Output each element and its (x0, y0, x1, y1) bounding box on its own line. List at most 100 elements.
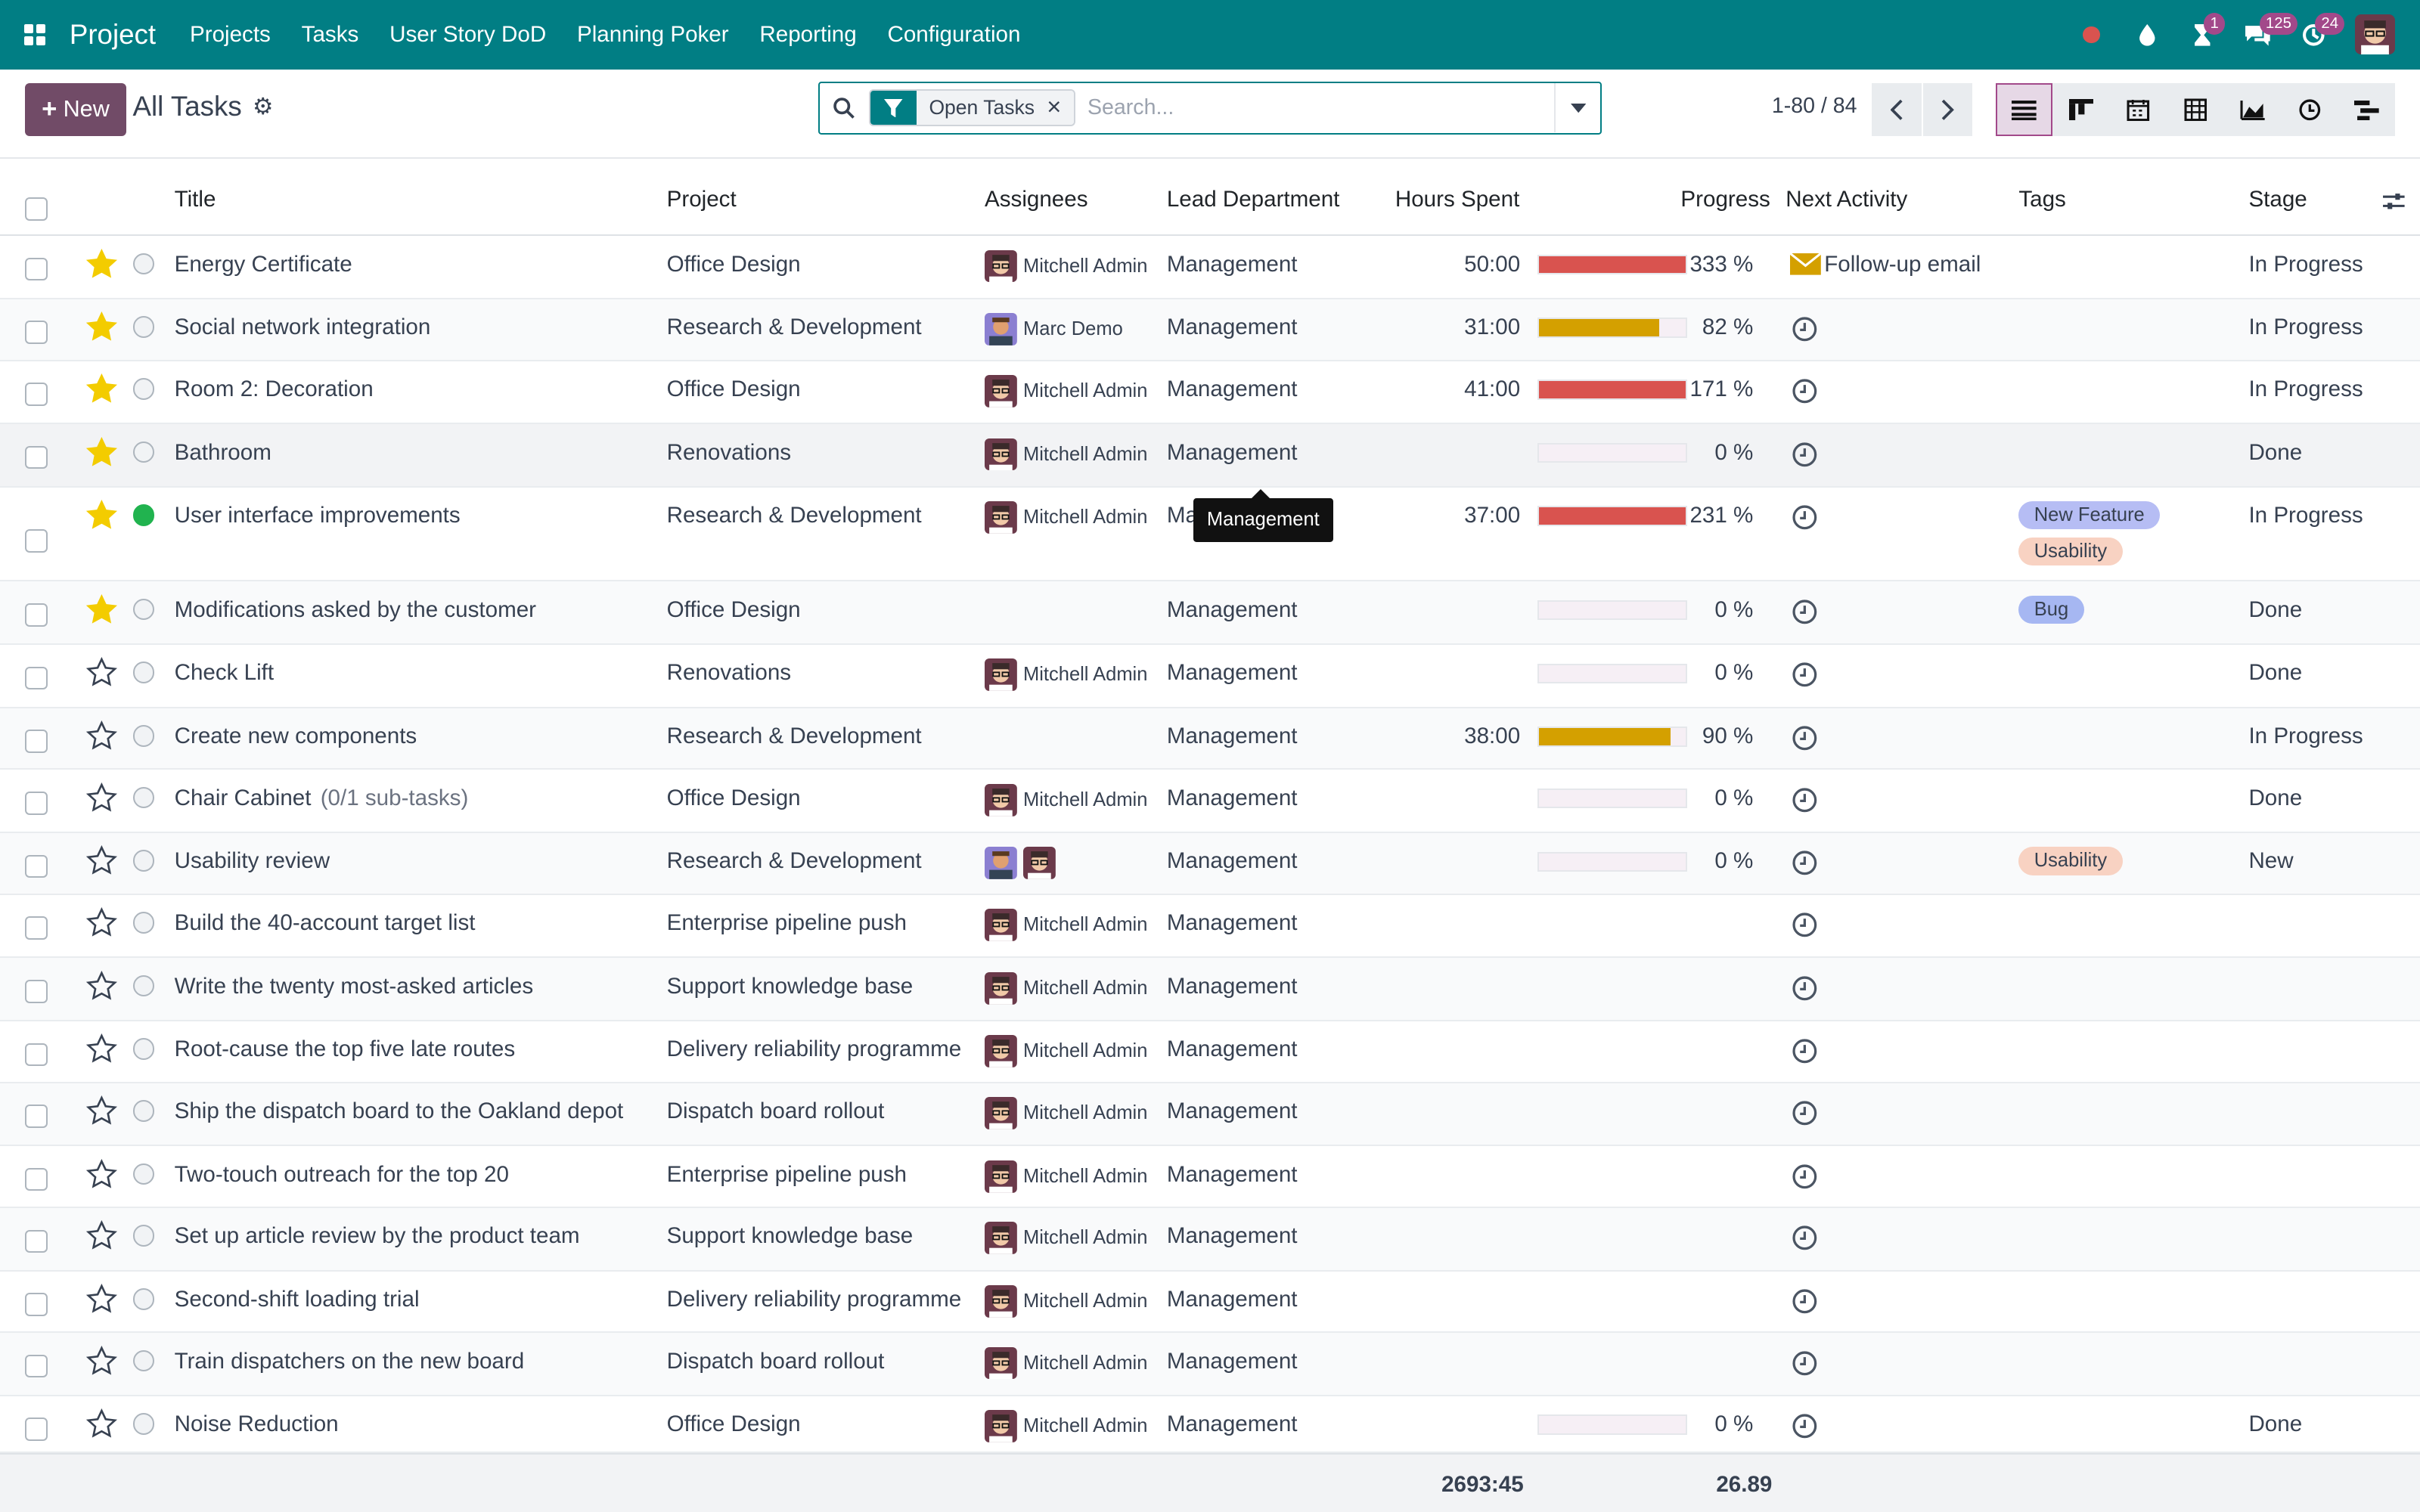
kanban-state-icon[interactable] (132, 598, 155, 621)
row-checkbox[interactable] (24, 1229, 48, 1253)
star-filled-icon[interactable] (86, 500, 118, 531)
star-filled-icon[interactable] (86, 593, 118, 625)
schedule-activity-icon[interactable] (1792, 1288, 1818, 1315)
facet-remove-icon[interactable]: × (1047, 91, 1074, 125)
schedule-activity-icon[interactable] (1792, 1038, 1818, 1064)
star-outline-icon[interactable] (86, 782, 118, 813)
kanban-state-icon[interactable] (132, 377, 155, 400)
schedule-activity-icon[interactable] (1792, 1100, 1818, 1126)
star-filled-icon[interactable] (86, 248, 118, 280)
star-outline-icon[interactable] (86, 1158, 118, 1190)
star-outline-icon[interactable] (86, 657, 118, 688)
schedule-activity-icon[interactable] (1792, 850, 1818, 876)
hourglass-activity-icon[interactable]: 1 (2180, 11, 2226, 57)
table-row[interactable]: Bathroom Renovations Mitchell Admin Managem… (0, 424, 2420, 488)
app-name[interactable]: Project (70, 19, 156, 51)
task-assignee[interactable]: Mitchell Admin (985, 438, 1147, 471)
pivot-view-button[interactable] (2167, 83, 2224, 136)
task-assignee[interactable]: Mitchell Admin (985, 501, 1147, 534)
gantt-view-button[interactable] (2338, 83, 2396, 136)
kanban-state-icon[interactable] (132, 912, 155, 934)
table-row[interactable]: Ship the dispatch board to the Oakland d… (0, 1083, 2420, 1147)
kanban-state-icon[interactable] (132, 786, 155, 809)
task-assignee[interactable]: Marc Demo (985, 313, 1123, 346)
row-checkbox[interactable] (24, 603, 48, 627)
list-view-button[interactable] (1995, 83, 2053, 136)
user-avatar[interactable] (2355, 14, 2396, 55)
search-input[interactable] (1087, 95, 1555, 121)
row-checkbox[interactable] (24, 1418, 48, 1442)
row-checkbox[interactable] (24, 1293, 48, 1316)
row-checkbox[interactable] (24, 1105, 48, 1128)
assignee-avatars[interactable] (985, 847, 1062, 880)
task-assignee[interactable]: Mitchell Admin (985, 658, 1147, 692)
gear-icon[interactable]: ⚙ (253, 94, 273, 120)
schedule-activity-icon[interactable] (1792, 1163, 1818, 1190)
table-row[interactable]: Create new components Research & Developm… (0, 708, 2420, 770)
star-outline-icon[interactable] (86, 1033, 118, 1064)
kanban-view-button[interactable] (2052, 83, 2110, 136)
column-next-activity[interactable]: Next Activity (1786, 187, 1907, 212)
task-assignee[interactable]: Mitchell Admin (985, 249, 1147, 283)
schedule-activity-icon[interactable] (1792, 662, 1818, 688)
table-row[interactable]: Set up article review by the product tea… (0, 1207, 2420, 1272)
row-checkbox[interactable] (24, 854, 48, 878)
column-settings-icon[interactable] (2381, 190, 2406, 218)
row-checkbox[interactable] (24, 257, 48, 281)
row-checkbox[interactable] (24, 383, 48, 406)
column-lead-department[interactable]: Lead Department (1167, 187, 1340, 212)
pager-previous-button[interactable] (1872, 83, 1922, 136)
updates-icon[interactable]: 24 (2291, 11, 2345, 57)
task-assignee[interactable]: Mitchell Admin (985, 1160, 1147, 1193)
kanban-state-icon[interactable] (132, 253, 155, 275)
kanban-state-icon[interactable] (132, 1288, 155, 1310)
column-assignees[interactable]: Assignees (985, 187, 1087, 212)
schedule-activity-icon[interactable] (1792, 599, 1818, 625)
table-row[interactable]: Root-cause the top five late routes Deliv… (0, 1021, 2420, 1083)
row-checkbox[interactable] (24, 1354, 48, 1378)
search-options-toggle[interactable] (1554, 83, 1600, 133)
schedule-activity-icon[interactable] (1792, 975, 1818, 1002)
star-outline-icon[interactable] (86, 720, 118, 751)
kanban-state-icon[interactable] (132, 1225, 155, 1247)
task-assignee[interactable]: Mitchell Admin (985, 1284, 1147, 1318)
recording-dot-icon[interactable] (2068, 11, 2114, 57)
kanban-state-icon[interactable] (132, 850, 155, 872)
table-row[interactable]: Chair Cabinet (0/1 sub-tasks) Office Desig… (0, 770, 2420, 834)
row-checkbox[interactable] (24, 321, 48, 345)
apps-menu-icon[interactable] (0, 0, 70, 70)
kanban-state-icon[interactable] (132, 662, 155, 684)
star-outline-icon[interactable] (86, 1345, 118, 1377)
kanban-state-icon[interactable] (132, 504, 155, 526)
menu-tasks[interactable]: Tasks (302, 22, 359, 48)
column-title[interactable]: Title (175, 187, 216, 212)
star-outline-icon[interactable] (86, 1283, 118, 1315)
task-assignee[interactable]: Mitchell Admin (985, 783, 1147, 816)
star-outline-icon[interactable] (86, 1095, 118, 1126)
kanban-state-icon[interactable] (132, 974, 155, 997)
schedule-activity-icon[interactable] (1792, 787, 1818, 813)
kanban-state-icon[interactable] (132, 316, 155, 338)
table-row[interactable]: Room 2: Decoration Office Design Mitchell … (0, 361, 2420, 425)
calendar-view-button[interactable] (2109, 83, 2167, 136)
star-outline-icon[interactable] (86, 1220, 118, 1251)
star-outline-icon[interactable] (86, 970, 118, 1002)
menu-user-story-dod[interactable]: User Story DoD (389, 22, 546, 48)
task-assignee[interactable]: Mitchell Admin (985, 1097, 1147, 1129)
star-filled-icon[interactable] (86, 311, 118, 342)
next-activity[interactable]: Follow-up email (1790, 252, 1981, 277)
table-row[interactable]: Modifications asked by the customer Offic… (0, 581, 2420, 646)
kanban-state-icon[interactable] (132, 1163, 155, 1185)
column-project[interactable]: Project (667, 187, 737, 212)
kanban-state-icon[interactable] (132, 1038, 155, 1060)
schedule-activity-icon[interactable] (1792, 1413, 1818, 1439)
table-row[interactable]: Two-touch outreach for the top 20 Enterpr… (0, 1146, 2420, 1208)
kanban-state-icon[interactable] (132, 441, 155, 463)
schedule-activity-icon[interactable] (1792, 442, 1818, 468)
star-outline-icon[interactable] (86, 845, 118, 876)
column-tags[interactable]: Tags (2018, 187, 2065, 212)
kanban-state-icon[interactable] (132, 725, 155, 747)
row-checkbox[interactable] (24, 528, 48, 553)
schedule-activity-icon[interactable] (1792, 378, 1818, 404)
table-row[interactable]: Energy Certificate Office Design Mitchell … (0, 236, 2420, 299)
